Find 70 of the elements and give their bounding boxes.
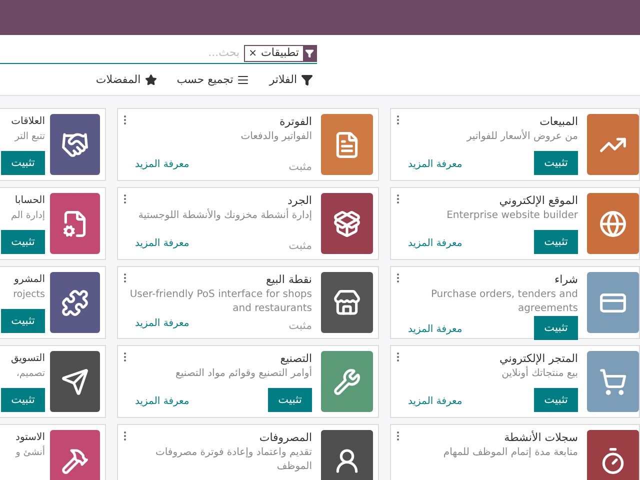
- app-title: المصروفات: [258, 430, 312, 446]
- learn-more-link[interactable]: معرفة المزيد: [408, 236, 462, 251]
- install-button[interactable]: تثبيت: [534, 230, 578, 254]
- wrench-icon: [333, 368, 361, 396]
- filter-icon: [305, 49, 314, 58]
- app-title: التصنيع: [279, 351, 312, 366]
- facet-label: تطبيقات: [260, 45, 300, 62]
- toolbar-button[interactable]: المفضلات: [96, 72, 157, 88]
- toolbar-button[interactable]: تجميع حسب: [176, 72, 250, 88]
- app-description: Purchase orders, tenders and agreements: [430, 288, 578, 316]
- app-description: من عروض الأسعار للفواتير: [466, 130, 578, 144]
- list-icon: [237, 74, 250, 86]
- box-icon: [333, 210, 361, 238]
- app-title: الاستود: [14, 431, 45, 445]
- paper-plane-icon: [61, 368, 89, 396]
- app-description: أنشئ و: [14, 446, 45, 460]
- app-description: Enterprise website builder: [446, 209, 578, 223]
- learn-more-link[interactable]: معرفة المزيد: [135, 394, 190, 409]
- app-description: أوامر التصنيع وقوائم مواد التصنيع: [174, 367, 312, 381]
- app-description: متابعة مدة إتمام الموظف للمهام: [442, 446, 578, 460]
- store-icon: [333, 288, 361, 316]
- app-description: تصميم،: [15, 367, 45, 381]
- toolbar-button[interactable]: الفلاتر: [269, 72, 313, 88]
- globe-icon: [599, 210, 627, 238]
- app-description: الفواتير والدفعات: [240, 130, 312, 144]
- app-title: الحسابا: [14, 194, 45, 208]
- filter-icon: [301, 74, 313, 86]
- app-description: User-friendly PoS interface for shops and restaurants: [128, 288, 312, 316]
- app-title: المبيعات: [538, 114, 578, 130]
- app-title: الفوترة: [278, 114, 312, 130]
- app-description: إدارة الم: [10, 209, 45, 223]
- app-title: الموقع الإلكتروني: [498, 193, 578, 209]
- app-title: سجلات الأنشطة: [503, 430, 578, 446]
- app-description: تتبع التر: [14, 130, 45, 144]
- learn-more-link[interactable]: معرفة المزيد: [135, 236, 190, 251]
- app-title: نقطة البيع: [265, 272, 312, 288]
- install-button[interactable]: تثبيت: [1, 309, 45, 333]
- installed-label: مثبت: [288, 238, 312, 254]
- learn-more-link[interactable]: معرفة المزيد: [135, 316, 190, 331]
- handshake-icon: [61, 130, 89, 158]
- install-button[interactable]: تثبيت: [1, 151, 45, 175]
- search-field[interactable]: تطبيقات × بحث...: [0, 44, 317, 64]
- learn-more-link[interactable]: معرفة المزيد: [408, 157, 462, 172]
- app-description: بيع منتجاتك أونلاين: [500, 367, 578, 381]
- learn-more-link[interactable]: معرفة المزيد: [408, 322, 462, 337]
- installed-label: مثبت: [288, 158, 312, 174]
- install-button[interactable]: تثبيت: [534, 151, 578, 175]
- search-input[interactable]: بحث...: [0, 45, 240, 62]
- puzzle-icon: [61, 288, 89, 316]
- app-description: rojects: [12, 288, 45, 302]
- cart-icon: [599, 368, 627, 396]
- installed-label: مثبت: [288, 318, 312, 334]
- install-button[interactable]: تثبيت: [1, 388, 45, 412]
- app-description: إدارة أنشطة مخزونك والأنشطة اللوجستية: [137, 209, 312, 223]
- app-title: المتجر الإلكتروني: [498, 351, 578, 366]
- search-facet[interactable]: تطبيقات ×: [244, 45, 317, 62]
- app-title: شراء: [553, 272, 578, 288]
- learn-more-link[interactable]: معرفة المزيد: [408, 394, 462, 409]
- install-button[interactable]: تثبيت: [534, 316, 578, 340]
- star-icon: [144, 74, 157, 86]
- install-button[interactable]: تثبيت: [268, 388, 312, 412]
- learn-more-link[interactable]: معرفة المزيد: [135, 157, 190, 172]
- app-title: المشرو: [12, 273, 45, 287]
- app-title: التسويق: [10, 352, 45, 366]
- app-title: الجرد: [286, 193, 312, 208]
- app-title: العلاقات: [10, 115, 45, 129]
- install-button[interactable]: تثبيت: [534, 388, 578, 412]
- install-button[interactable]: تثبيت: [1, 230, 45, 254]
- app-description: تقديم واعتماد وإعادة فوترة مصروفات الموظف: [154, 446, 312, 474]
- remove-facet-button[interactable]: ×: [244, 46, 257, 61]
